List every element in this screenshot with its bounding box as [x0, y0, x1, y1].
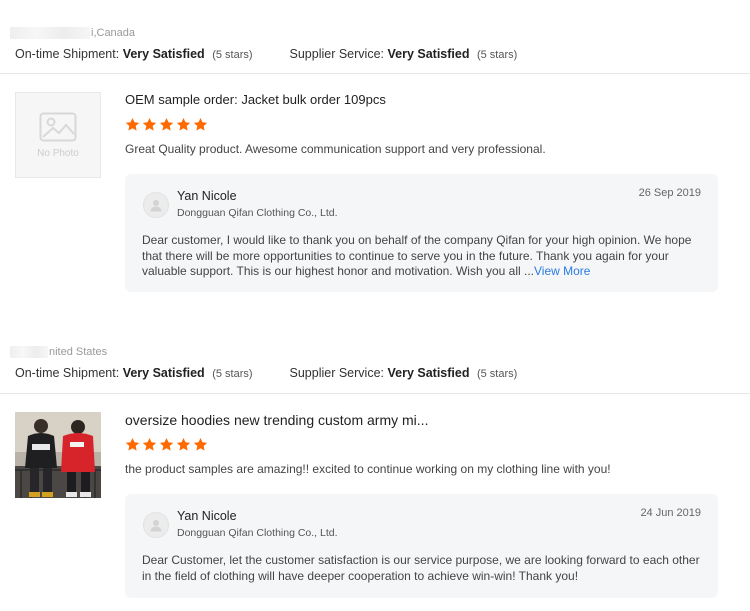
star-icon: [125, 117, 140, 131]
ratings-summary: On-time Shipment: Very Satisfied (5 star…: [15, 366, 518, 380]
reviewer-location: i,Canada: [10, 27, 135, 39]
reply-author: Yan Nicole: [177, 189, 237, 203]
reply-text: Dear customer, I would like to thank you…: [142, 233, 692, 278]
star-icon: [176, 117, 191, 131]
divider: [0, 393, 750, 394]
supplier-reply: Yan Nicole Dongguan Qifan Clothing Co., …: [125, 174, 718, 292]
ratings-summary: On-time Shipment: Very Satisfied (5 star…: [15, 47, 518, 61]
star-icon: [193, 117, 208, 131]
supplier-reply: Yan Nicole Dongguan Qifan Clothing Co., …: [125, 494, 718, 598]
product-photo: [15, 412, 101, 498]
supplier-value: Very Satisfied: [387, 366, 470, 380]
reviewer-location: nited States: [10, 346, 107, 358]
star-icon: [176, 437, 191, 451]
product-thumbnail[interactable]: No Photo: [15, 92, 101, 178]
reply-text: Dear Customer, let the customer satisfac…: [142, 553, 700, 583]
star-icon: [142, 117, 157, 131]
star-rating: [125, 117, 208, 132]
reply-company: Dongguan Qifan Clothing Co., Ltd.: [177, 207, 338, 219]
star-icon: [125, 437, 140, 451]
product-title[interactable]: OEM sample order: Jacket bulk order 109p…: [125, 92, 386, 107]
star-icon: [193, 437, 208, 451]
avatar-icon: [143, 512, 169, 538]
review-comment: Great Quality product. Awesome communica…: [125, 142, 546, 156]
reply-author: Yan Nicole: [177, 509, 237, 523]
divider: [0, 73, 750, 74]
reply-company: Dongguan Qifan Clothing Co., Ltd.: [177, 527, 338, 539]
star-icon: [159, 437, 174, 451]
ontime-value: Very Satisfied: [122, 47, 205, 61]
image-placeholder-icon: [39, 112, 77, 141]
star-icon: [142, 437, 157, 451]
reply-date: 24 Jun 2019: [640, 507, 701, 519]
supplier-value: Very Satisfied: [387, 47, 470, 61]
reply-date: 26 Sep 2019: [638, 187, 701, 199]
star-icon: [159, 117, 174, 131]
review-comment: the product samples are amazing!! excite…: [125, 462, 611, 476]
blurred-name: [10, 27, 90, 39]
avatar-icon: [143, 192, 169, 218]
blurred-name: [10, 346, 48, 358]
product-title[interactable]: oversize hoodies new trending custom arm…: [125, 412, 428, 428]
ontime-value: Very Satisfied: [122, 366, 205, 380]
view-more-link[interactable]: View More: [534, 264, 590, 278]
product-thumbnail[interactable]: [15, 412, 101, 498]
star-rating: [125, 437, 208, 452]
